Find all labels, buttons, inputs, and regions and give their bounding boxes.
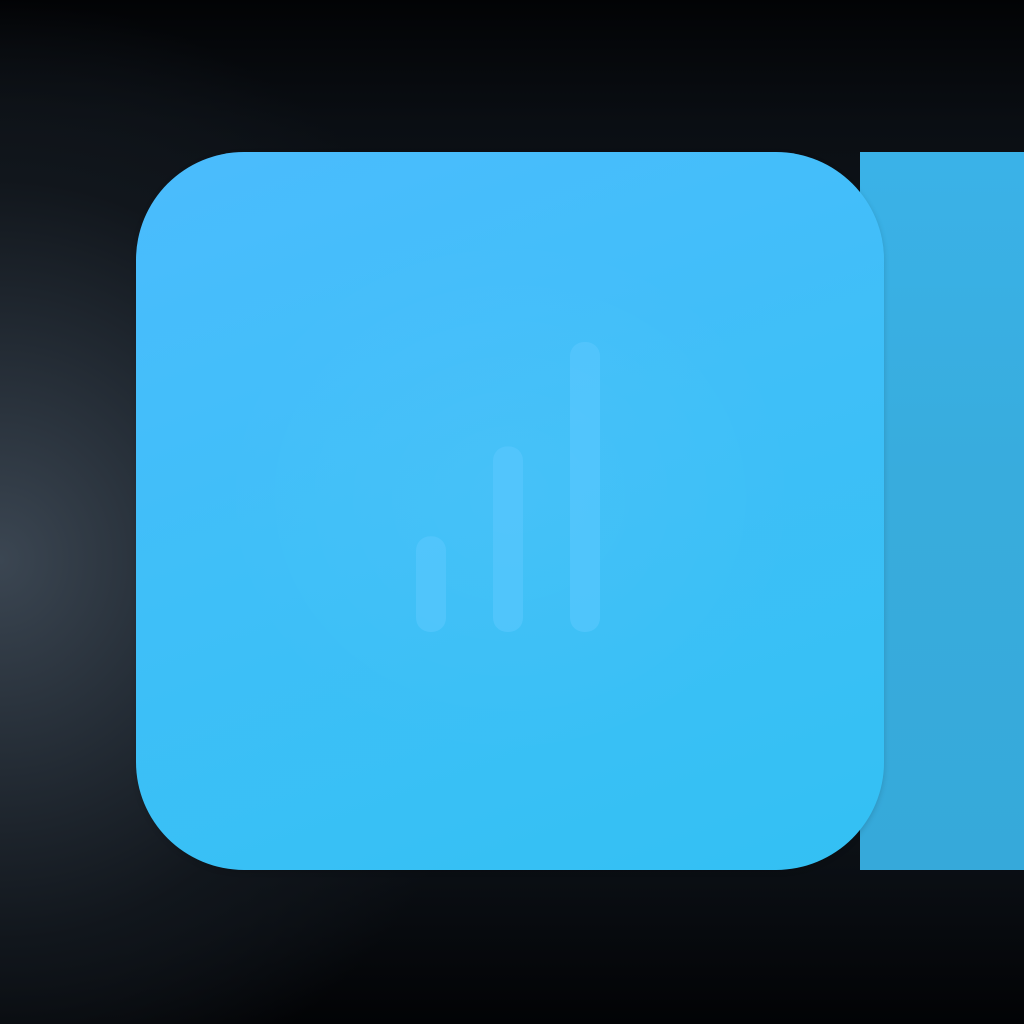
chart-bar-1: [416, 536, 446, 632]
app-tile[interactable]: [136, 152, 884, 870]
bar-chart-icon: [416, 342, 600, 632]
side-band: [860, 152, 1024, 870]
bar-chart-bars: [416, 342, 600, 632]
chart-bar-2: [493, 446, 523, 632]
chart-bar-3: [570, 342, 600, 632]
